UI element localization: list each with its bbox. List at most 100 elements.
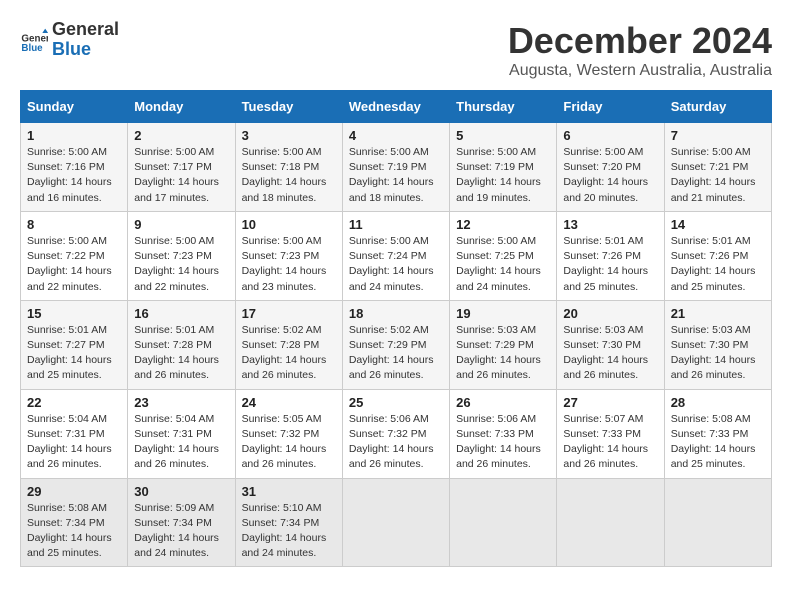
calendar-week-5: 29Sunrise: 5:08 AMSunset: 7:34 PMDayligh… <box>21 478 772 567</box>
calendar-cell: 13Sunrise: 5:01 AMSunset: 7:26 PMDayligh… <box>557 211 664 300</box>
day-info: Sunrise: 5:01 AMSunset: 7:27 PMDaylight:… <box>27 323 121 384</box>
calendar-cell: 2 Sunrise: 5:00 AMSunset: 7:17 PMDaylight… <box>128 123 235 212</box>
calendar-cell: 25 Sunrise: 5:06 AMSunset: 7:32 PMDayligh… <box>342 389 449 478</box>
calendar-cell: 20 Sunrise: 5:03 AMSunset: 7:30 PMDayligh… <box>557 300 664 389</box>
day-number: 7 <box>671 128 765 143</box>
day-info: Sunrise: 5:08 AMSunset: 7:34 PMDaylight:… <box>27 501 121 562</box>
calendar-table: Sunday Monday Tuesday Wednesday Thursday… <box>20 90 772 567</box>
header-sunday: Sunday <box>21 91 128 123</box>
calendar-cell: 19 Sunrise: 5:03 AMSunset: 7:29 PMDayligh… <box>450 300 557 389</box>
calendar-cell: 30Sunrise: 5:09 AMSunset: 7:34 PMDayligh… <box>128 478 235 567</box>
calendar-cell: 27Sunrise: 5:07 AMSunset: 7:33 PMDayligh… <box>557 389 664 478</box>
day-info: Sunrise: 5:01 AMSunset: 7:28 PMDaylight:… <box>134 323 228 384</box>
calendar-cell: 15 Sunrise: 5:01 AMSunset: 7:27 PMDayligh… <box>21 300 128 389</box>
day-number: 8 <box>27 217 121 232</box>
calendar-cell: 3 Sunrise: 5:00 AMSunset: 7:18 PMDaylight… <box>235 123 342 212</box>
calendar-cell: 11 Sunrise: 5:00 AMSunset: 7:24 PMDayligh… <box>342 211 449 300</box>
day-number: 14 <box>671 217 765 232</box>
header-wednesday: Wednesday <box>342 91 449 123</box>
calendar-cell: 24 Sunrise: 5:05 AMSunset: 7:32 PMDayligh… <box>235 389 342 478</box>
day-info: Sunrise: 5:06 AMSunset: 7:32 PMDaylight:… <box>349 412 443 473</box>
calendar-cell: 21Sunrise: 5:03 AMSunset: 7:30 PMDayligh… <box>664 300 771 389</box>
day-number: 2 <box>134 128 228 143</box>
calendar-cell: 7 Sunrise: 5:00 AMSunset: 7:21 PMDaylight… <box>664 123 771 212</box>
day-number: 25 <box>349 395 443 410</box>
day-number: 31 <box>242 484 336 499</box>
location-subtitle: Augusta, Western Australia, Australia <box>508 62 772 80</box>
day-info: Sunrise: 5:00 AMSunset: 7:24 PMDaylight:… <box>349 234 443 295</box>
calendar-week-4: 22Sunrise: 5:04 AMSunset: 7:31 PMDayligh… <box>21 389 772 478</box>
calendar-cell: 5 Sunrise: 5:00 AMSunset: 7:19 PMDaylight… <box>450 123 557 212</box>
day-number: 19 <box>456 306 550 321</box>
day-number: 15 <box>27 306 121 321</box>
calendar-cell <box>450 478 557 567</box>
day-number: 12 <box>456 217 550 232</box>
day-info: Sunrise: 5:03 AMSunset: 7:29 PMDaylight:… <box>456 323 550 384</box>
calendar-cell: 23 Sunrise: 5:04 AMSunset: 7:31 PMDayligh… <box>128 389 235 478</box>
day-info: Sunrise: 5:09 AMSunset: 7:34 PMDaylight:… <box>134 501 228 562</box>
day-info: Sunrise: 5:00 AMSunset: 7:16 PMDaylight:… <box>27 145 121 206</box>
day-number: 23 <box>134 395 228 410</box>
day-number: 4 <box>349 128 443 143</box>
day-number: 20 <box>563 306 657 321</box>
day-number: 11 <box>349 217 443 232</box>
day-number: 6 <box>563 128 657 143</box>
day-info: Sunrise: 5:00 AMSunset: 7:20 PMDaylight:… <box>563 145 657 206</box>
day-number: 5 <box>456 128 550 143</box>
calendar-cell: 16Sunrise: 5:01 AMSunset: 7:28 PMDayligh… <box>128 300 235 389</box>
title-section: December 2024 Augusta, Western Australia… <box>508 20 772 80</box>
header: General Blue General Blue December 2024 … <box>20 20 772 80</box>
day-info: Sunrise: 5:07 AMSunset: 7:33 PMDaylight:… <box>563 412 657 473</box>
logo-text: General Blue <box>52 20 119 60</box>
day-info: Sunrise: 5:01 AMSunset: 7:26 PMDaylight:… <box>563 234 657 295</box>
day-number: 3 <box>242 128 336 143</box>
calendar-cell: 10Sunrise: 5:00 AMSunset: 7:23 PMDayligh… <box>235 211 342 300</box>
day-info: Sunrise: 5:00 AMSunset: 7:17 PMDaylight:… <box>134 145 228 206</box>
calendar-cell: 4 Sunrise: 5:00 AMSunset: 7:19 PMDaylight… <box>342 123 449 212</box>
header-tuesday: Tuesday <box>235 91 342 123</box>
calendar-week-1: 1Sunrise: 5:00 AMSunset: 7:16 PMDaylight… <box>21 123 772 212</box>
logo-general: General <box>52 20 119 40</box>
calendar-cell: 6 Sunrise: 5:00 AMSunset: 7:20 PMDaylight… <box>557 123 664 212</box>
calendar-cell <box>664 478 771 567</box>
month-title: December 2024 <box>508 20 772 62</box>
day-info: Sunrise: 5:03 AMSunset: 7:30 PMDaylight:… <box>671 323 765 384</box>
day-info: Sunrise: 5:02 AMSunset: 7:28 PMDaylight:… <box>242 323 336 384</box>
calendar-cell <box>342 478 449 567</box>
day-number: 18 <box>349 306 443 321</box>
day-info: Sunrise: 5:10 AMSunset: 7:34 PMDaylight:… <box>242 501 336 562</box>
day-info: Sunrise: 5:08 AMSunset: 7:33 PMDaylight:… <box>671 412 765 473</box>
day-number: 24 <box>242 395 336 410</box>
calendar-week-2: 8 Sunrise: 5:00 AMSunset: 7:22 PMDaylight… <box>21 211 772 300</box>
calendar-cell: 22Sunrise: 5:04 AMSunset: 7:31 PMDayligh… <box>21 389 128 478</box>
header-row: Sunday Monday Tuesday Wednesday Thursday… <box>21 91 772 123</box>
header-saturday: Saturday <box>664 91 771 123</box>
day-info: Sunrise: 5:00 AMSunset: 7:23 PMDaylight:… <box>242 234 336 295</box>
day-info: Sunrise: 5:05 AMSunset: 7:32 PMDaylight:… <box>242 412 336 473</box>
calendar-cell: 9 Sunrise: 5:00 AMSunset: 7:23 PMDaylight… <box>128 211 235 300</box>
logo-blue: Blue <box>52 40 119 60</box>
day-info: Sunrise: 5:03 AMSunset: 7:30 PMDaylight:… <box>563 323 657 384</box>
day-number: 26 <box>456 395 550 410</box>
day-info: Sunrise: 5:00 AMSunset: 7:21 PMDaylight:… <box>671 145 765 206</box>
day-info: Sunrise: 5:00 AMSunset: 7:22 PMDaylight:… <box>27 234 121 295</box>
header-friday: Friday <box>557 91 664 123</box>
day-info: Sunrise: 5:00 AMSunset: 7:25 PMDaylight:… <box>456 234 550 295</box>
day-info: Sunrise: 5:02 AMSunset: 7:29 PMDaylight:… <box>349 323 443 384</box>
day-info: Sunrise: 5:04 AMSunset: 7:31 PMDaylight:… <box>134 412 228 473</box>
day-info: Sunrise: 5:00 AMSunset: 7:23 PMDaylight:… <box>134 234 228 295</box>
logo: General Blue General Blue <box>20 20 119 60</box>
calendar-cell: 29Sunrise: 5:08 AMSunset: 7:34 PMDayligh… <box>21 478 128 567</box>
calendar-cell: 17Sunrise: 5:02 AMSunset: 7:28 PMDayligh… <box>235 300 342 389</box>
calendar-header: Sunday Monday Tuesday Wednesday Thursday… <box>21 91 772 123</box>
day-number: 28 <box>671 395 765 410</box>
day-number: 9 <box>134 217 228 232</box>
calendar-cell: 26Sunrise: 5:06 AMSunset: 7:33 PMDayligh… <box>450 389 557 478</box>
day-info: Sunrise: 5:00 AMSunset: 7:18 PMDaylight:… <box>242 145 336 206</box>
calendar-cell: 31 Sunrise: 5:10 AMSunset: 7:34 PMDayligh… <box>235 478 342 567</box>
header-thursday: Thursday <box>450 91 557 123</box>
day-info: Sunrise: 5:00 AMSunset: 7:19 PMDaylight:… <box>349 145 443 206</box>
day-info: Sunrise: 5:00 AMSunset: 7:19 PMDaylight:… <box>456 145 550 206</box>
calendar-cell: 12 Sunrise: 5:00 AMSunset: 7:25 PMDayligh… <box>450 211 557 300</box>
calendar-cell: 1Sunrise: 5:00 AMSunset: 7:16 PMDaylight… <box>21 123 128 212</box>
